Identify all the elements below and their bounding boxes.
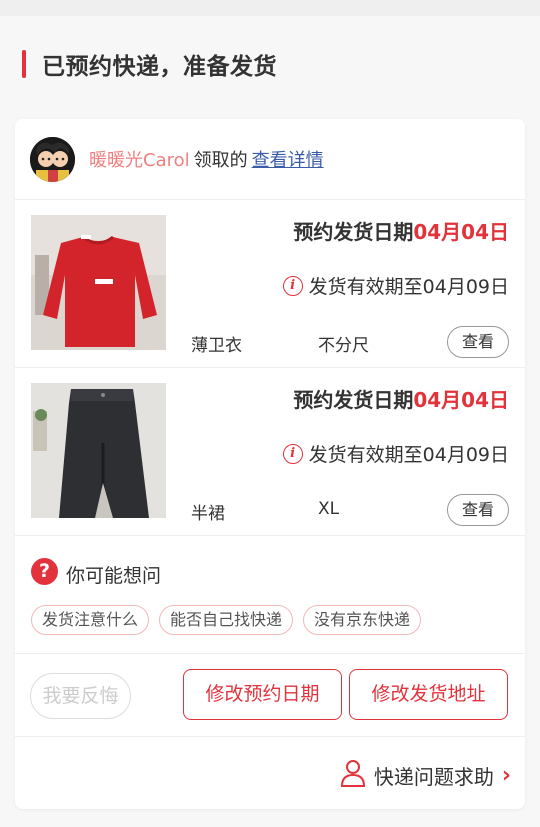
modify-address-button[interactable]: 修改发货地址	[349, 669, 508, 720]
list-item: 预约发货日期04月04日 i 发货有效期至04月09日 半裙 XL 查看	[15, 368, 525, 536]
chevron-right-icon: ›	[501, 762, 511, 788]
item-name: 半裙	[191, 504, 225, 524]
validity-text: 发货有效期至04月09日	[308, 276, 509, 298]
title-accent-bar	[22, 50, 26, 78]
faq-chip[interactable]: 没有京东快递	[303, 605, 422, 635]
list-item: 预约发货日期04月04日 i 发货有效期至04月09日 薄卫衣 不分尺 查看	[15, 200, 525, 368]
view-item-button[interactable]: 查看	[447, 494, 509, 526]
ship-date-value: 04月04日	[413, 220, 509, 244]
avatar	[30, 137, 75, 182]
question-icon: ?	[31, 558, 58, 585]
order-card: 暖暖光Carol 领取的 查看详情 预约发货日期04月04日 i 发货有效期至0…	[15, 119, 525, 809]
help-row: 快递问题求助 ›	[15, 737, 525, 809]
user-icon	[340, 759, 366, 791]
page: 已预约快递，准备发货 暖暖光Carol 领取的 查看详情 预约发货日期04月04…	[0, 16, 540, 827]
ship-date-line: 预约发货日期04月04日	[293, 216, 509, 245]
item-name: 薄卫衣	[191, 336, 242, 356]
ship-date-line: 预约发货日期04月04日	[293, 384, 509, 413]
item-thumbnail-skirt[interactable]	[31, 383, 166, 518]
validity-text: 发货有效期至04月09日	[308, 444, 509, 466]
receiver-name: 暖暖光Carol	[89, 150, 190, 171]
receiver-text: 暖暖光Carol 领取的 查看详情	[89, 146, 324, 172]
item-thumbnail-sweatshirt[interactable]	[31, 215, 166, 350]
item-size: XL	[318, 499, 340, 519]
view-detail-link[interactable]: 查看详情	[252, 150, 324, 171]
page-title: 已预约快递，准备发货	[42, 54, 277, 80]
faq-section: ? 你可能想问 发货注意什么 能否自己找快递 没有京东快递	[15, 537, 525, 654]
regret-button[interactable]: 我要反悔	[30, 673, 131, 719]
help-label: 快递问题求助	[373, 764, 494, 789]
faq-chips: 发货注意什么 能否自己找快递 没有京东快递	[31, 605, 422, 635]
validity-line: i 发货有效期至04月09日	[282, 440, 509, 467]
faq-chip[interactable]: 发货注意什么	[31, 605, 150, 635]
info-icon: i	[282, 443, 303, 464]
page-header: 已预约快递，准备发货	[0, 16, 540, 112]
view-item-button[interactable]: 查看	[447, 326, 509, 358]
ship-date-value: 04月04日	[413, 388, 509, 412]
validity-line: i 发货有效期至04月09日	[282, 272, 509, 299]
item-size: 不分尺	[318, 336, 369, 356]
receiver-action: 领取的	[193, 150, 248, 171]
faq-title: 你可能想问	[66, 565, 162, 587]
modify-date-button[interactable]: 修改预约日期	[183, 669, 342, 720]
ship-date-label: 预约发货日期	[293, 220, 414, 244]
faq-chip[interactable]: 能否自己找快递	[159, 605, 294, 635]
ship-date-label: 预约发货日期	[293, 388, 414, 412]
info-icon: i	[282, 275, 303, 296]
action-bar: 我要反悔 修改预约日期 修改发货地址	[15, 654, 525, 737]
receiver-row: 暖暖光Carol 领取的 查看详情	[15, 119, 525, 200]
top-strip	[0, 0, 540, 16]
courier-help-link[interactable]: 快递问题求助 ›	[340, 759, 511, 791]
